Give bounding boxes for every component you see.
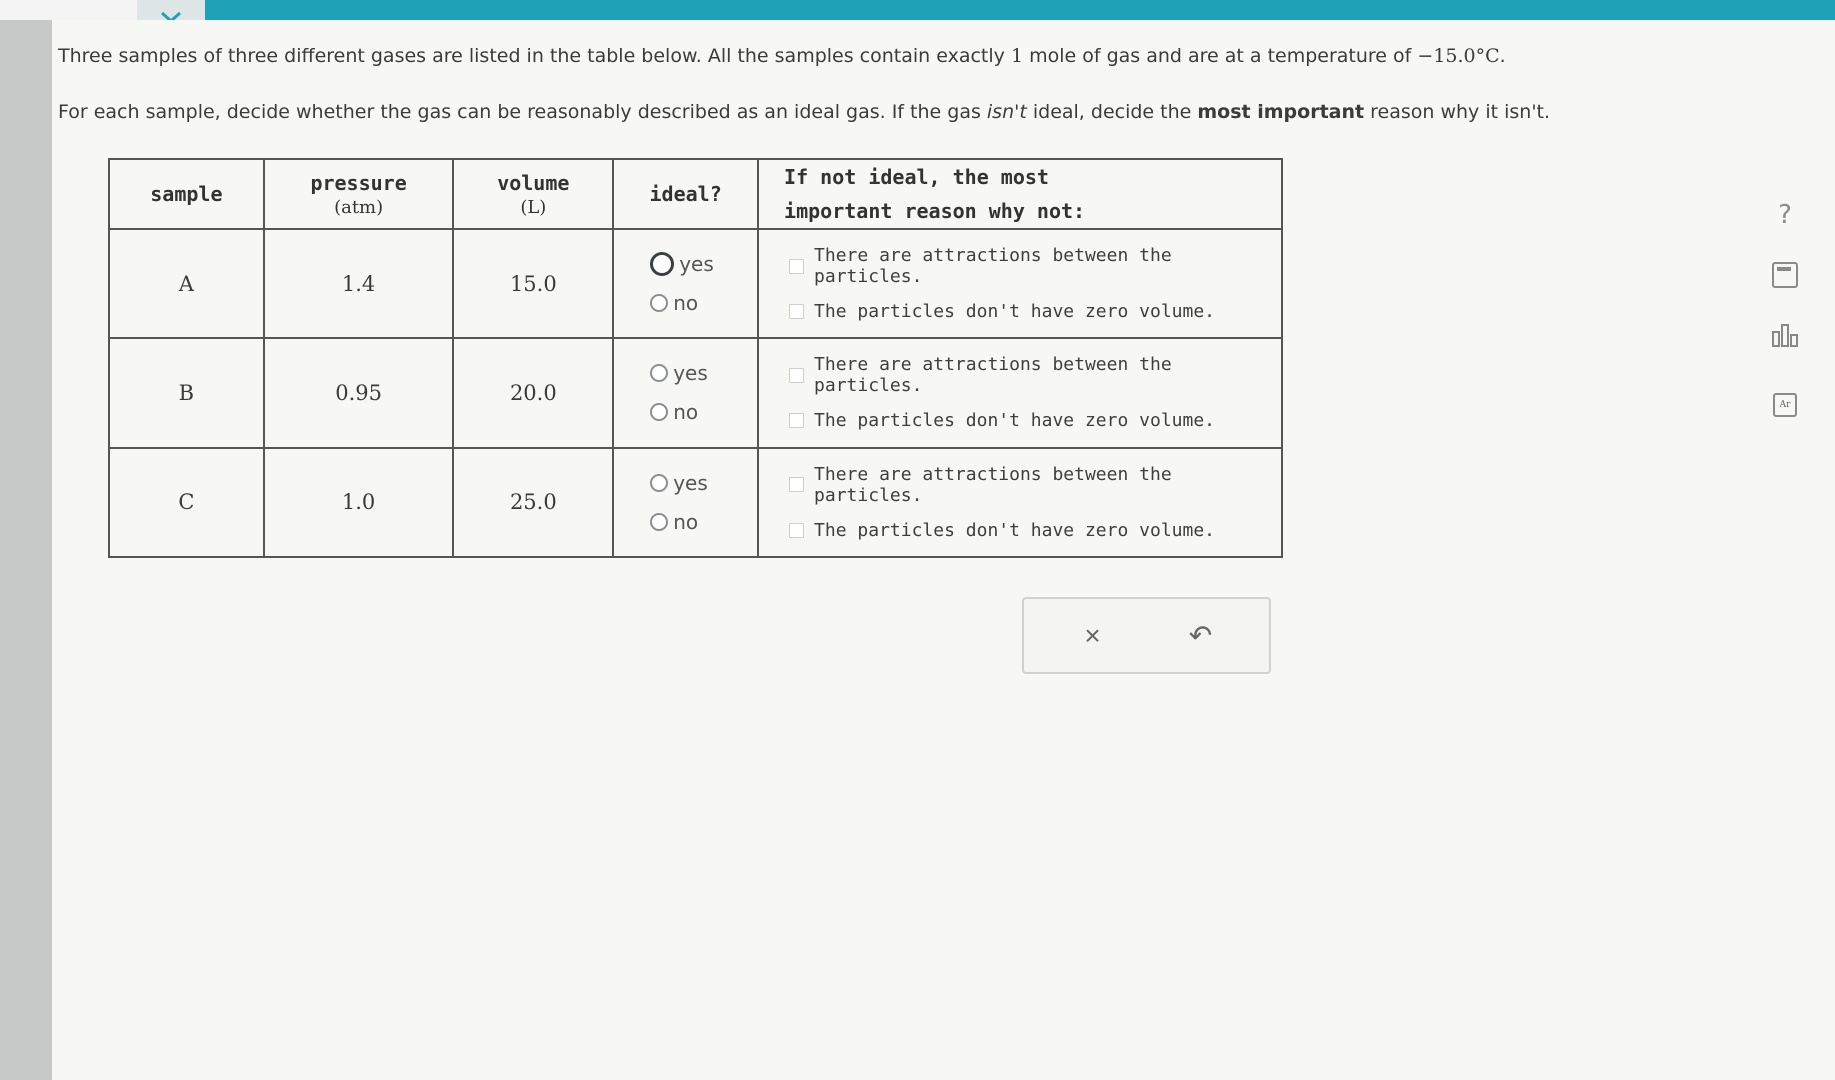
help-button[interactable]: ?: [1760, 195, 1810, 235]
calculator-button[interactable]: [1760, 255, 1810, 295]
header-volume-unit: (L): [520, 196, 547, 218]
radio-no[interactable]: no: [650, 291, 757, 315]
checkbox[interactable]: [789, 258, 805, 274]
answer-actions: × ↶: [1022, 597, 1271, 674]
gas-samples-table: sample pressure (atm) volume (L) ideal? If…: [108, 158, 1283, 559]
mole-count: 1: [1010, 45, 1024, 67]
radio-yes[interactable]: yes: [650, 361, 757, 385]
table-row: C 1.0 25.0 yes no There are attractions …: [108, 446, 1283, 559]
reason-option-volume[interactable]: The particles don't have zero volume.: [789, 410, 1281, 431]
prompt-text: .: [1499, 45, 1506, 67]
radio-no[interactable]: no: [650, 510, 757, 534]
undo-icon: ↶: [1188, 620, 1213, 651]
table-row: A 1.4 15.0 yes no There are attractions …: [108, 227, 1283, 340]
reason-option-attractions[interactable]: There are attractions between the partic…: [789, 464, 1281, 506]
radio-yes[interactable]: yes: [650, 471, 757, 495]
prompt-emphasis: isn't: [986, 101, 1027, 123]
bar-chart-icon: [1772, 324, 1798, 347]
reason-choice: There are attractions between the partic…: [757, 227, 1283, 340]
volume-value: 25.0: [452, 446, 615, 559]
reason-option-volume[interactable]: The particles don't have zero volume.: [789, 301, 1281, 322]
checkbox[interactable]: [789, 304, 805, 320]
checkbox[interactable]: [789, 522, 805, 538]
header-volume: volume (L): [452, 158, 615, 230]
prompt-text: reason why it isn't.: [1364, 101, 1551, 123]
table-header-row: sample pressure (atm) volume (L) ideal? If…: [108, 158, 1283, 230]
help-icon: ?: [1778, 200, 1792, 230]
prompt-text: Three samples of three different gases a…: [58, 45, 1011, 67]
header-sample: sample: [108, 158, 265, 230]
prompt-text: ideal, decide the: [1026, 101, 1198, 123]
radio-label: no: [673, 400, 699, 425]
radio-button[interactable]: [650, 364, 669, 383]
prompt-text: mole of gas and are at a temperature of: [1023, 45, 1418, 67]
top-bar: [0, 0, 1835, 20]
reason-label: There are attractions between the partic…: [814, 354, 1172, 397]
header-reason-line-1: If not ideal, the most: [784, 165, 1049, 189]
radio-label: yes: [673, 470, 708, 495]
data-button[interactable]: [1760, 315, 1810, 355]
volume-value: 15.0: [452, 227, 615, 340]
radio-label: no: [673, 509, 699, 534]
checkbox[interactable]: [789, 413, 805, 429]
calculator-icon: [1772, 262, 1798, 288]
pressure-value: 0.95: [262, 337, 455, 449]
prompt-line-2: For each sample, decide whether the gas …: [58, 101, 1550, 123]
prompt-line-1: Three samples of three different gases a…: [58, 45, 1506, 67]
radio-button[interactable]: [650, 512, 669, 531]
reason-choice: There are attractions between the partic…: [757, 446, 1283, 559]
header-reason: If not ideal, the most important reason w…: [757, 158, 1283, 230]
ideal-choice: yes no: [612, 337, 760, 449]
reason-option-volume[interactable]: The particles don't have zero volume.: [789, 520, 1281, 541]
left-margin: [0, 20, 52, 1080]
header-volume-label: volume: [497, 170, 570, 195]
prompt-text: For each sample, decide whether the gas …: [58, 101, 987, 123]
sample-label: B: [108, 337, 265, 449]
ideal-choice: yes no: [612, 446, 760, 559]
radio-button[interactable]: [650, 252, 675, 277]
checkbox[interactable]: [789, 477, 805, 493]
radio-label: no: [673, 291, 699, 316]
header-reason-line-2: important reason why not:: [784, 199, 1086, 223]
prompt-strong: most important: [1197, 101, 1365, 123]
periodic-table-icon: Ar: [1773, 393, 1797, 417]
radio-label: yes: [679, 252, 714, 277]
pressure-value: 1.0: [262, 446, 455, 559]
reason-label: There are attractions between the partic…: [814, 463, 1172, 506]
ideal-choice: yes no: [612, 227, 760, 340]
clear-button[interactable]: ×: [1078, 619, 1108, 651]
reason-label: The particles don't have zero volume.: [814, 301, 1216, 323]
volume-value: 20.0: [452, 337, 615, 449]
radio-button[interactable]: [650, 473, 669, 492]
close-icon: ×: [1084, 619, 1101, 651]
radio-button[interactable]: [650, 294, 669, 313]
sample-label: C: [108, 446, 265, 559]
radio-no[interactable]: no: [650, 400, 757, 424]
radio-yes[interactable]: yes: [650, 252, 757, 277]
reason-label: There are attractions between the partic…: [814, 245, 1172, 288]
undo-button[interactable]: ↶: [1186, 620, 1216, 651]
periodic-table-button[interactable]: Ar: [1760, 385, 1810, 425]
reason-option-attractions[interactable]: There are attractions between the partic…: [789, 245, 1281, 287]
temperature-value: −15.0°C: [1417, 45, 1500, 67]
header-pressure-unit: (atm): [334, 196, 384, 218]
reason-label: The particles don't have zero volume.: [814, 410, 1216, 432]
reason-option-attractions[interactable]: There are attractions between the partic…: [789, 354, 1281, 396]
pressure-value: 1.4: [262, 227, 455, 340]
checkbox[interactable]: [789, 367, 805, 383]
reason-choice: There are attractions between the partic…: [757, 337, 1283, 449]
header-ideal: ideal?: [612, 158, 760, 230]
header-pressure-label: pressure: [310, 170, 407, 195]
reason-label: The particles don't have zero volume.: [814, 519, 1216, 541]
sample-label: A: [108, 227, 265, 340]
radio-label: yes: [673, 361, 708, 386]
radio-button[interactable]: [650, 403, 669, 422]
table-row: B 0.95 20.0 yes no There are attractions…: [108, 337, 1283, 449]
header-pressure: pressure (atm): [262, 158, 455, 230]
